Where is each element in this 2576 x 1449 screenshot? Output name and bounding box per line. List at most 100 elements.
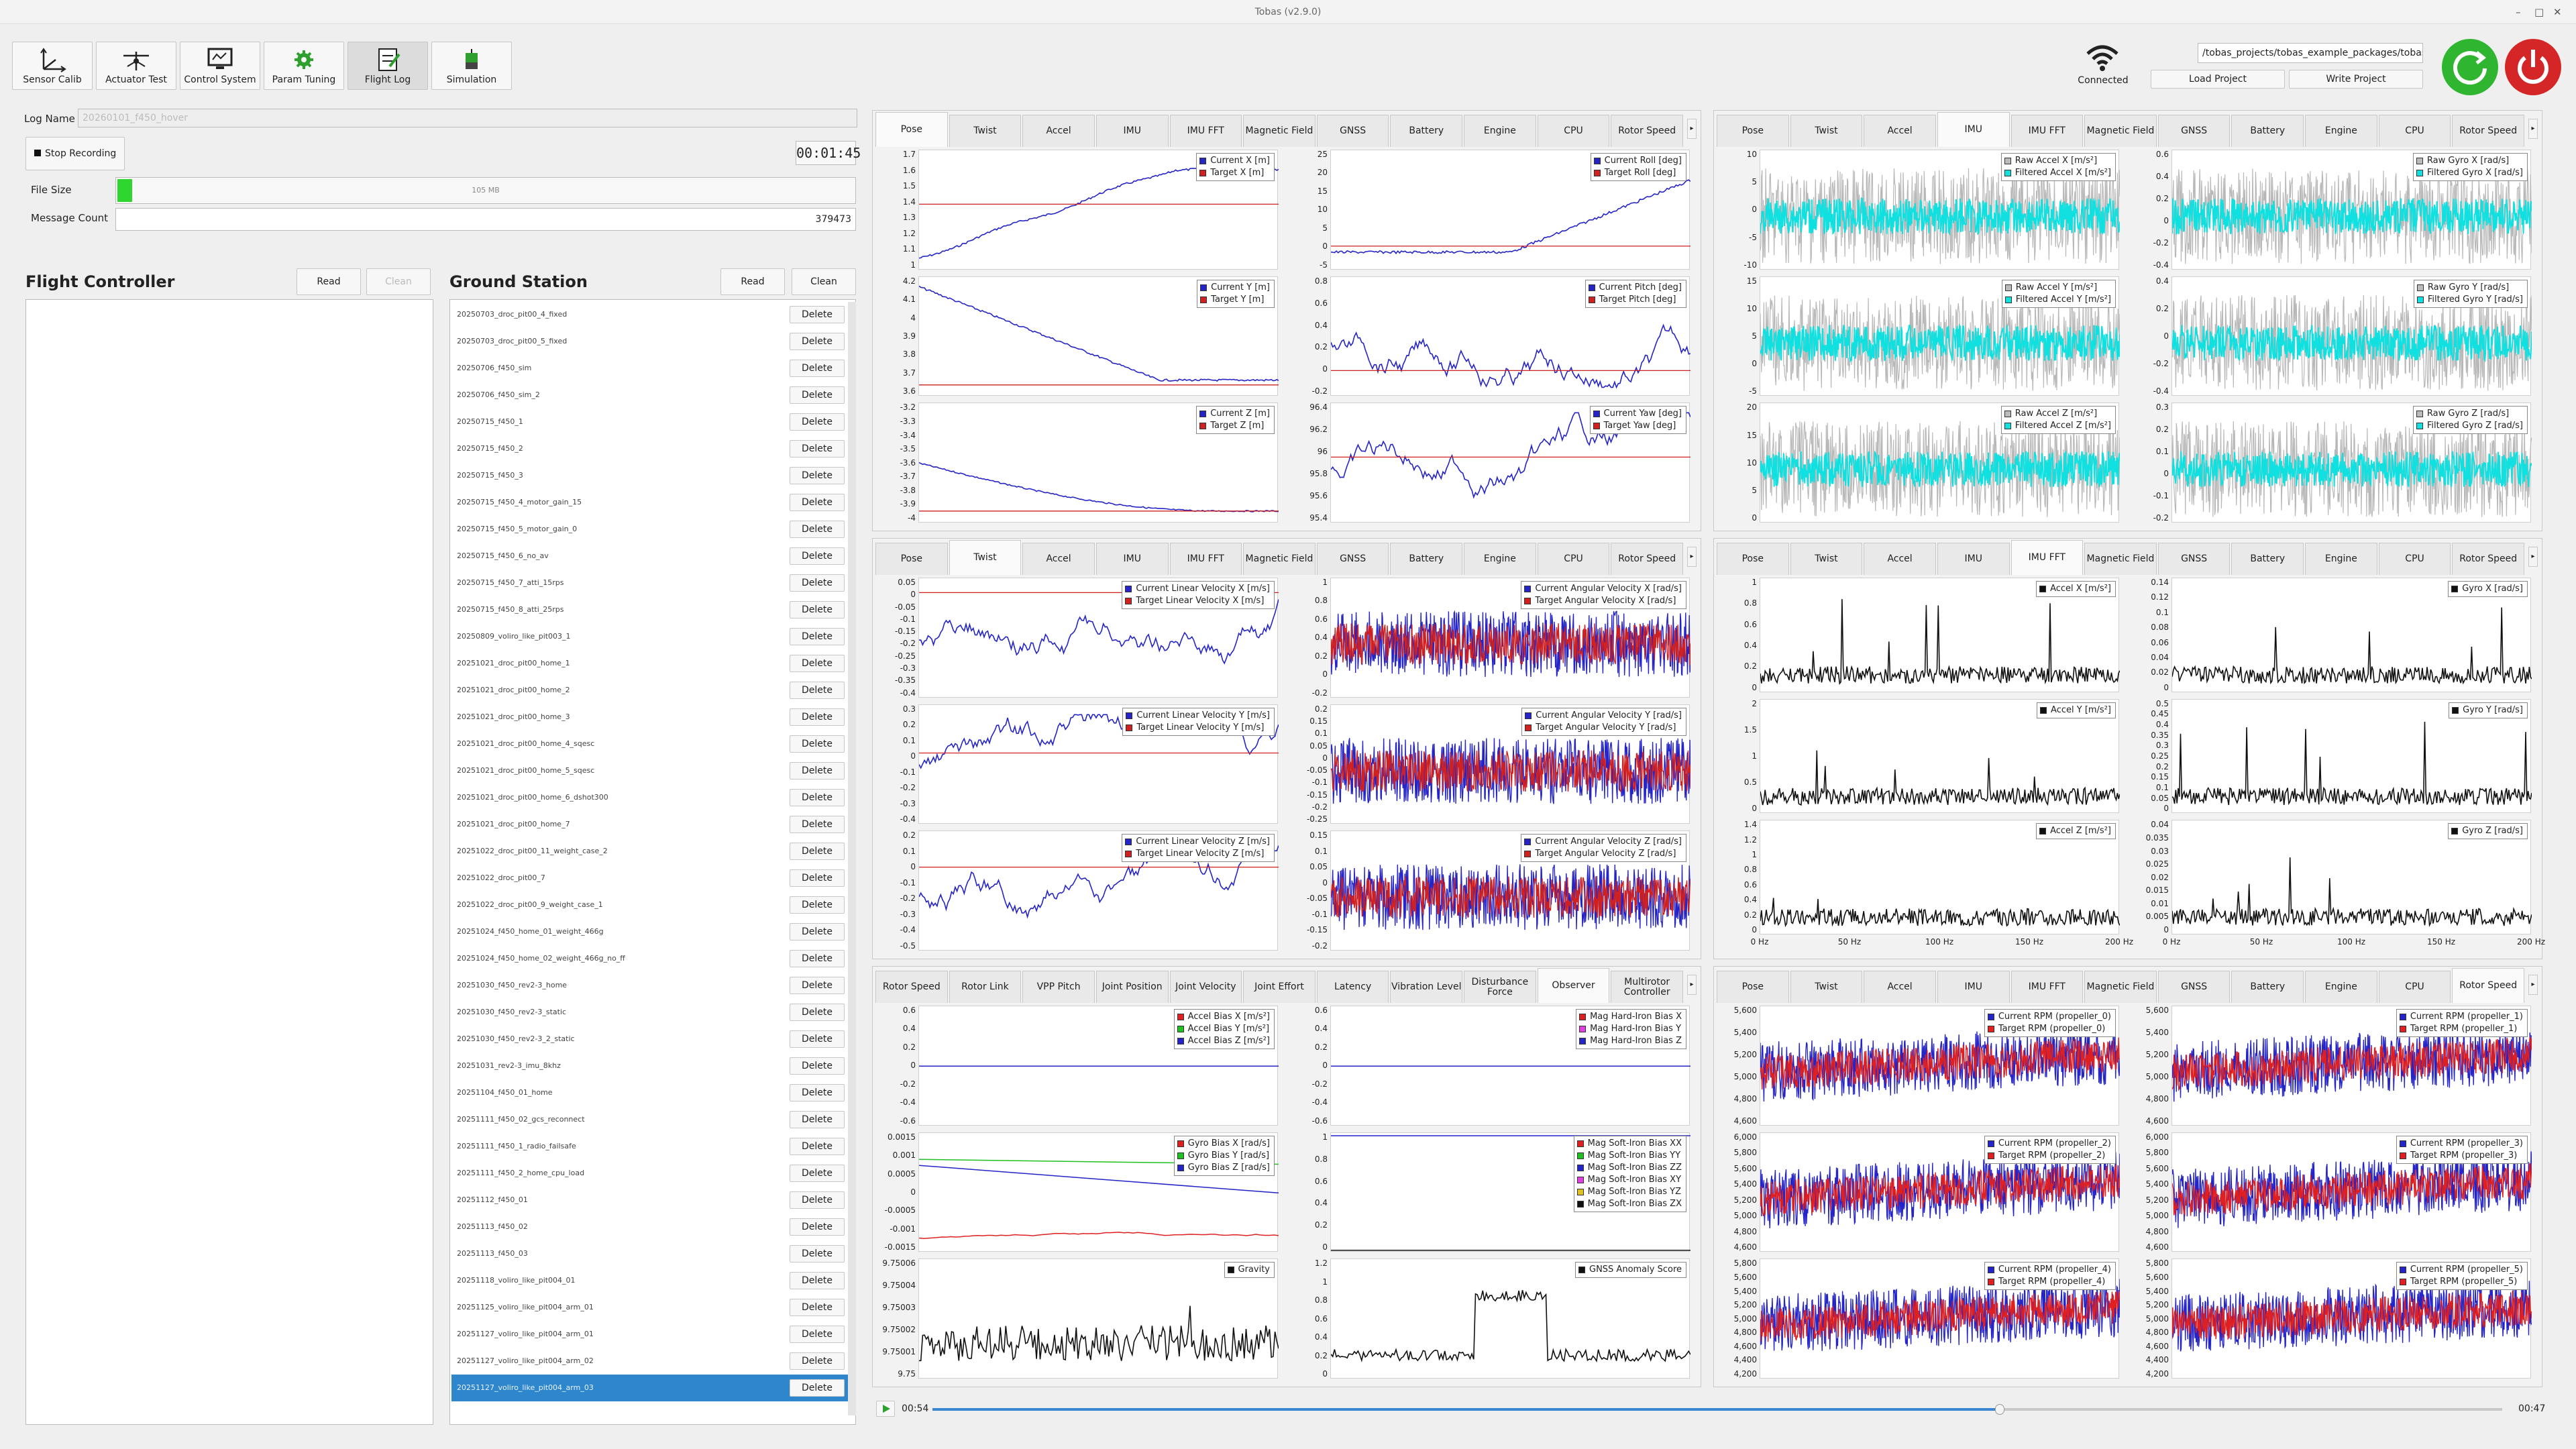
plot-area[interactable]: GNSS Anomaly Score	[1330, 1258, 1690, 1379]
tab-gnss[interactable]: GNSS	[2157, 971, 2231, 1003]
plot-area[interactable]: Raw Accel Z [m/s²] Filtered Accel Z [m/s²…	[1760, 402, 2120, 523]
log-row[interactable]: 20251111_f450_1_radio_failsafe Delete	[451, 1133, 854, 1160]
delete-log-button[interactable]: Delete	[790, 1245, 845, 1263]
log-row[interactable]: 20251021_droc_pit00_home_3 Delete	[451, 704, 854, 731]
delete-log-button[interactable]: Delete	[790, 1111, 845, 1128]
delete-log-button[interactable]: Delete	[790, 1004, 845, 1021]
tab-magnetic-field[interactable]: Magnetic Field	[1243, 115, 1316, 147]
log-row[interactable]: 20250715_f450_6_no_av Delete	[451, 543, 854, 570]
tab-scroll-arrow[interactable]: ▸	[1687, 547, 1697, 567]
tab-scroll-arrow[interactable]: ▸	[1687, 975, 1697, 995]
log-row[interactable]: 20251113_f450_02 Delete	[451, 1214, 854, 1240]
delete-log-button[interactable]: Delete	[790, 923, 845, 941]
tab-accel[interactable]: Accel	[1864, 971, 1936, 1003]
tab-scroll-arrow[interactable]: ▸	[2528, 119, 2538, 139]
plot-area[interactable]: Raw Accel Y [m/s²] Filtered Accel Y [m/s²…	[1760, 276, 2120, 396]
log-row[interactable]: 20250706_f450_sim Delete	[451, 355, 854, 382]
control-system-button[interactable]: Control System	[180, 42, 260, 90]
log-row[interactable]: 20251127_voliro_like_pit004_arm_03 Delete	[451, 1375, 854, 1401]
log-row[interactable]: 20251118_voliro_like_pit004_01 Delete	[451, 1267, 854, 1294]
log-row[interactable]: 20250715_f450_2 Delete	[451, 435, 854, 462]
tab-engine[interactable]: Engine	[2305, 971, 2377, 1003]
delete-log-button[interactable]: Delete	[790, 306, 845, 323]
tab-battery[interactable]: Battery	[2231, 115, 2304, 147]
playback-slider[interactable]	[932, 1404, 2502, 1415]
log-row[interactable]: 20251030_f450_rev2-3_static Delete	[451, 999, 854, 1026]
tab-gnss[interactable]: GNSS	[1316, 543, 1389, 575]
tab-imu-fft[interactable]: IMU FFT	[2010, 115, 2084, 147]
delete-log-button[interactable]: Delete	[790, 467, 845, 484]
delete-log-button[interactable]: Delete	[790, 682, 845, 699]
delete-log-button[interactable]: Delete	[790, 360, 845, 377]
log-row[interactable]: 20251030_f450_rev2-3_home Delete	[451, 972, 854, 999]
plot-area[interactable]: Current X [m] Target X [m]	[918, 150, 1279, 270]
plot-area[interactable]: Current Roll [deg] Target Roll [deg]	[1330, 150, 1690, 270]
delete-log-button[interactable]: Delete	[790, 628, 845, 645]
plot-area[interactable]: Accel X [m/s²]	[1760, 578, 2120, 692]
log-row[interactable]: 20251021_droc_pit00_home_6_dshot300 Delet…	[451, 784, 854, 811]
tab-pose[interactable]: Pose	[875, 112, 948, 147]
delete-log-button[interactable]: Delete	[790, 1191, 845, 1209]
log-row[interactable]: 20251024_f450_home_02_weight_466g_no_ff D…	[451, 945, 854, 972]
log-row[interactable]: 20251030_f450_rev2-3_2_static Delete	[451, 1026, 854, 1053]
delete-log-button[interactable]: Delete	[790, 1057, 845, 1075]
tab-engine[interactable]: Engine	[1464, 115, 1536, 147]
log-row[interactable]: 20251022_droc_pit00_7 Delete	[451, 865, 854, 892]
plot-area[interactable]: Mag Soft-Iron Bias XX Mag Soft-Iron Bias …	[1330, 1132, 1690, 1252]
plot-area[interactable]: Current RPM (propeller_5) Target RPM (pro…	[2171, 1258, 2532, 1379]
maximize-icon[interactable]: □	[2534, 0, 2544, 24]
log-row[interactable]: 20250703_droc_pit00_5_fixed Delete	[451, 328, 854, 355]
tab-rotor-speed[interactable]: Rotor Speed	[2452, 115, 2524, 147]
tab-battery[interactable]: Battery	[2231, 971, 2304, 1003]
delete-log-button[interactable]: Delete	[790, 1165, 845, 1182]
plot-area[interactable]: Gyro Z [rad/s]	[2171, 820, 2532, 934]
tab-imu[interactable]: IMU	[1937, 971, 2010, 1003]
tab-magnetic-field[interactable]: Magnetic Field	[2084, 971, 2157, 1003]
playback-handle[interactable]	[1995, 1404, 2005, 1415]
plot-area[interactable]: Raw Gyro Z [rad/s] Filtered Gyro Z [rad/s…	[2171, 402, 2532, 523]
delete-log-button[interactable]: Delete	[790, 869, 845, 887]
plot-area[interactable]: Current Linear Velocity X [m/s] Target Li…	[918, 578, 1279, 698]
tab-gnss[interactable]: GNSS	[2157, 115, 2231, 147]
log-row[interactable]: 20251022_droc_pit00_9_weight_case_1 Delet…	[451, 892, 854, 918]
tab-cpu[interactable]: CPU	[2378, 543, 2451, 575]
tab-disturbance-force[interactable]: Disturbance Force	[1464, 971, 1536, 1003]
tab-imu-fft[interactable]: IMU FFT	[1169, 115, 1242, 147]
write-project-button[interactable]: Write Project	[2289, 70, 2423, 89]
plot-area[interactable]: Current Yaw [deg] Target Yaw [deg]	[1330, 402, 1690, 523]
tab-twist[interactable]: Twist	[1790, 971, 1863, 1003]
delete-log-button[interactable]: Delete	[790, 977, 845, 994]
plot-area[interactable]: Accel Y [m/s²]	[1760, 698, 2120, 814]
delete-log-button[interactable]: Delete	[790, 735, 845, 753]
plot-area[interactable]: Gravity	[918, 1258, 1279, 1379]
log-row[interactable]: 20251125_voliro_like_pit004_arm_01 Delete	[451, 1294, 854, 1321]
fc-clean-button[interactable]: Clean	[366, 268, 431, 295]
delete-log-button[interactable]: Delete	[790, 762, 845, 780]
plot-area[interactable]: Current RPM (propeller_4) Target RPM (pro…	[1760, 1258, 2120, 1379]
log-row[interactable]: 20251031_rev2-3_imu_8khz Delete	[451, 1053, 854, 1079]
plot-area[interactable]: Current RPM (propeller_2) Target RPM (pro…	[1760, 1132, 2120, 1252]
log-row[interactable]: 20250715_f450_7_atti_15rps Delete	[451, 570, 854, 596]
plot-area[interactable]: Raw Gyro Y [rad/s] Filtered Gyro Y [rad/s…	[2171, 276, 2532, 396]
tab-scroll-arrow[interactable]: ▸	[1687, 119, 1697, 139]
delete-log-button[interactable]: Delete	[790, 950, 845, 967]
tab-twist[interactable]: Twist	[1790, 543, 1863, 575]
plot-area[interactable]: Raw Gyro X [rad/s] Filtered Gyro X [rad/s…	[2171, 150, 2532, 270]
plot-area[interactable]: Accel Bias X [m/s²] Accel Bias Y [m/s²] Ac…	[918, 1006, 1279, 1126]
log-row[interactable]: 20251104_f450_01_home Delete	[451, 1079, 854, 1106]
log-row[interactable]: 20250809_voliro_like_pit003_1 Delete	[451, 623, 854, 650]
log-row[interactable]: 20251021_droc_pit00_home_5_sqesc Delete	[451, 757, 854, 784]
delete-log-button[interactable]: Delete	[790, 1352, 845, 1370]
project-path-field[interactable]: /tobas_projects/tobas_example_packages/t…	[2198, 43, 2423, 63]
delete-log-button[interactable]: Delete	[790, 1030, 845, 1048]
plot-area[interactable]: Mag Hard-Iron Bias X Mag Hard-Iron Bias Y…	[1330, 1006, 1690, 1126]
log-row[interactable]: 20250715_f450_4_motor_gain_15 Delete	[451, 489, 854, 516]
tab-vibration-level[interactable]: Vibration Level	[1390, 971, 1463, 1003]
log-row[interactable]: 20251127_voliro_like_pit004_arm_01 Delete	[451, 1321, 854, 1348]
restart-button[interactable]	[2442, 39, 2498, 95]
tab-rotor-speed[interactable]: Rotor Speed	[875, 971, 948, 1003]
log-row[interactable]: 20251111_f450_2_home_cpu_load Delete	[451, 1160, 854, 1187]
tab-pose[interactable]: Pose	[1717, 971, 1789, 1003]
tab-magnetic-field[interactable]: Magnetic Field	[2084, 543, 2157, 575]
plot-area[interactable]: Gyro Y [rad/s]	[2171, 698, 2532, 814]
